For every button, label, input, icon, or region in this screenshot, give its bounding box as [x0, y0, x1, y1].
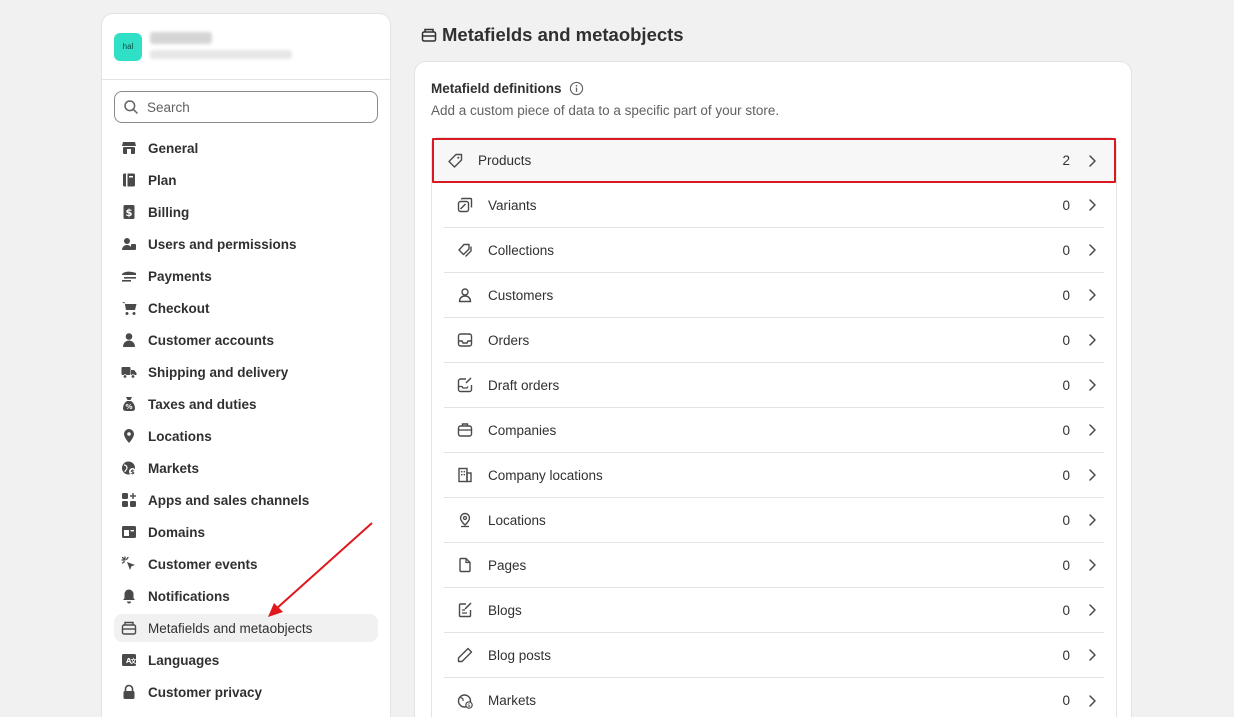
draft-order-icon — [457, 377, 473, 393]
chevron-right-icon — [1089, 514, 1096, 526]
definition-row-blogs[interactable]: Blogs 0 — [444, 588, 1104, 633]
tax-icon: % — [121, 396, 137, 412]
apps-icon — [121, 492, 137, 508]
nav-item-shipping-and-delivery[interactable]: Shipping and delivery — [114, 358, 378, 386]
globe-icon: $ — [121, 460, 137, 476]
chevron-right-icon — [1089, 334, 1096, 346]
chevron-right-icon — [1089, 424, 1096, 436]
nav-item-checkout[interactable]: Checkout — [114, 294, 378, 322]
svg-text:$: $ — [126, 208, 133, 219]
person-icon — [121, 332, 137, 348]
chevron-right-icon — [1089, 199, 1096, 211]
nav-item-markets[interactable]: $ Markets — [114, 454, 378, 482]
svg-text:$: $ — [467, 703, 471, 709]
nav-item-payments[interactable]: Payments — [114, 262, 378, 290]
chevron-right-icon — [1089, 244, 1096, 256]
chevron-right-icon — [1089, 154, 1096, 167]
inbox-icon — [457, 332, 473, 348]
search-icon — [124, 100, 138, 114]
definitions-list: Products 2 Variants 0 Collections 0 Cust… — [431, 137, 1117, 717]
card-title: Metafield definitions — [431, 81, 584, 96]
chevron-right-icon — [1089, 694, 1096, 707]
settings-nav: General Plan $ Billing Users and permiss… — [114, 134, 378, 710]
chevron-right-icon — [1089, 289, 1096, 301]
languages-icon: A文 — [121, 652, 137, 668]
globe-icon: $ — [457, 693, 473, 709]
payments-icon — [121, 268, 137, 284]
store-name-redacted — [150, 31, 292, 46]
nav-item-taxes-and-duties[interactable]: % Taxes and duties — [114, 390, 378, 418]
store-url-redacted — [150, 49, 292, 62]
bell-icon — [121, 588, 137, 604]
nav-item-customer-privacy[interactable]: Customer privacy — [114, 678, 378, 706]
nav-item-billing[interactable]: $ Billing — [114, 198, 378, 226]
chevron-right-icon — [1089, 649, 1096, 661]
definition-row-companies[interactable]: Companies 0 — [444, 408, 1104, 453]
users-icon — [121, 236, 137, 252]
truck-icon — [121, 364, 137, 380]
store-icon — [121, 140, 137, 156]
svg-text:$: $ — [130, 468, 135, 476]
svg-text:%: % — [125, 403, 132, 411]
definition-row-pages[interactable]: Pages 0 — [444, 543, 1104, 588]
chevron-right-icon — [1089, 559, 1096, 571]
person-icon — [457, 287, 473, 303]
lock-icon — [121, 684, 137, 700]
definition-row-products[interactable]: Products 2 — [432, 138, 1116, 183]
collections-icon — [457, 242, 473, 258]
nav-item-notifications[interactable]: Notifications — [114, 582, 378, 610]
nav-item-plan[interactable]: Plan — [114, 166, 378, 194]
search-field[interactable] — [114, 91, 378, 123]
definition-row-collections[interactable]: Collections 0 — [444, 228, 1104, 273]
metafields-icon — [121, 620, 137, 636]
definition-row-blog-posts[interactable]: Blog posts 0 — [444, 633, 1104, 678]
store-avatar: hal — [114, 32, 142, 61]
tag-icon — [447, 153, 463, 169]
billing-icon: $ — [121, 204, 137, 220]
chevron-right-icon — [1089, 379, 1096, 391]
definition-row-customers[interactable]: Customers 0 — [444, 273, 1104, 318]
metafield-definitions-card: Metafield definitions Add a custom piece… — [414, 61, 1132, 717]
page-icon — [457, 557, 473, 573]
info-icon[interactable] — [569, 81, 584, 96]
search-input[interactable] — [147, 99, 367, 115]
settings-sidebar: hal General Plan $ Billing Users and per… — [101, 13, 391, 717]
companies-icon — [457, 422, 473, 438]
nav-item-customer-events[interactable]: Customer events — [114, 550, 378, 578]
nav-item-metafields-and-metaobjects[interactable]: Metafields and metaobjects — [114, 614, 378, 642]
definition-row-variants[interactable]: Variants 0 — [444, 183, 1104, 228]
nav-item-general[interactable]: General — [114, 134, 378, 162]
variants-icon — [457, 197, 473, 213]
card-subtitle: Add a custom piece of data to a specific… — [431, 103, 780, 118]
chevron-right-icon — [1089, 604, 1096, 616]
metafields-icon — [421, 28, 437, 42]
definition-row-company-locations[interactable]: Company locations 0 — [444, 453, 1104, 498]
definition-row-draft-orders[interactable]: Draft orders 0 — [444, 363, 1104, 408]
blog-icon — [457, 602, 473, 618]
svg-text:文: 文 — [130, 658, 138, 666]
nav-item-customer-accounts[interactable]: Customer accounts — [114, 326, 378, 354]
page-title: Metafields and metaobjects — [421, 24, 684, 46]
nav-item-locations[interactable]: Locations — [114, 422, 378, 450]
nav-item-domains[interactable]: Domains — [114, 518, 378, 546]
cursor-icon — [121, 556, 137, 572]
definition-row-locations[interactable]: Locations 0 — [444, 498, 1104, 543]
store-header[interactable]: hal — [102, 14, 390, 80]
chevron-right-icon — [1089, 469, 1096, 481]
nav-item-apps-and-sales-channels[interactable]: Apps and sales channels — [114, 486, 378, 514]
definition-row-markets[interactable]: $ Markets 0 — [444, 678, 1104, 717]
building-icon — [457, 467, 473, 483]
plan-icon — [121, 172, 137, 188]
location-icon — [457, 512, 473, 528]
pencil-icon — [457, 647, 473, 663]
nav-item-languages[interactable]: A文 Languages — [114, 646, 378, 674]
location-icon — [121, 428, 137, 444]
definition-row-orders[interactable]: Orders 0 — [444, 318, 1104, 363]
cart-icon — [121, 300, 137, 316]
nav-item-users-and-permissions[interactable]: Users and permissions — [114, 230, 378, 258]
domains-icon — [121, 524, 137, 540]
